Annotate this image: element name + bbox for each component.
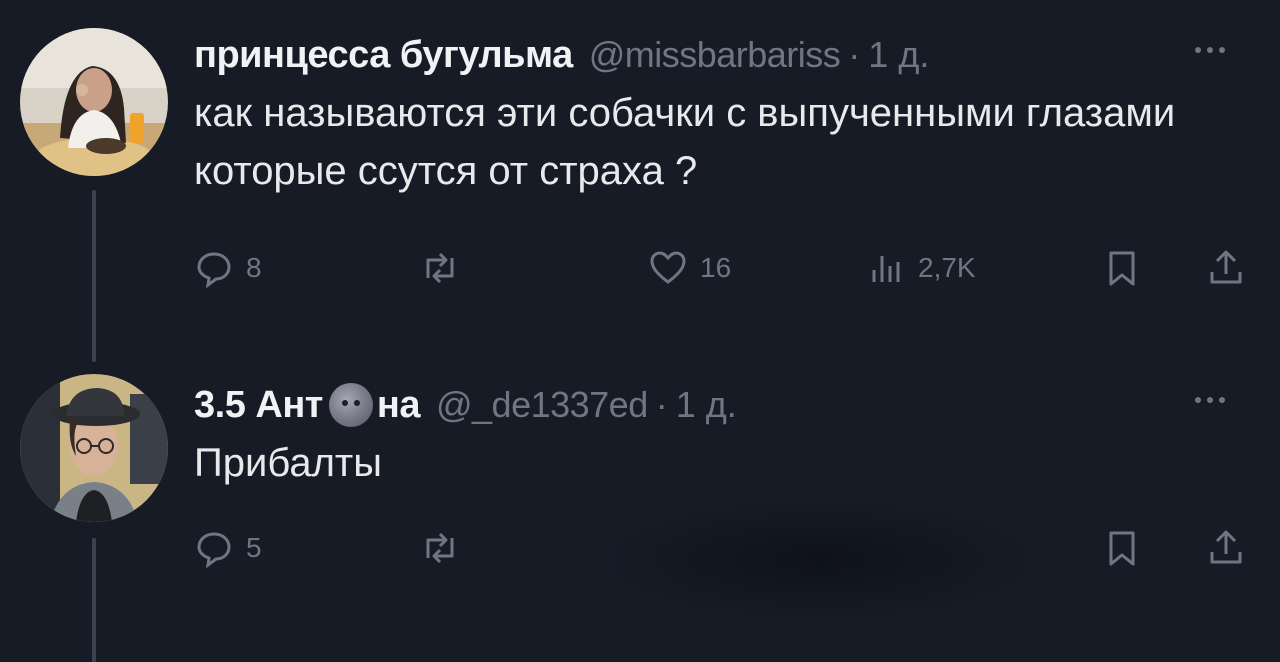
view-count: 2,7K: [918, 252, 976, 283]
tweet-header: 3.5 Ант на @_de1337ed · 1 д.: [194, 380, 1260, 430]
share-icon: [1210, 250, 1242, 284]
reply-icon: [197, 532, 231, 568]
retweet-button[interactable]: [420, 238, 460, 298]
share-button[interactable]: [1206, 518, 1246, 578]
new-moon-face-emoji: [328, 383, 373, 427]
separator-dot: ·: [848, 34, 861, 75]
views-button[interactable]: 2,7K: [866, 238, 976, 298]
tweet-2[interactable]: 3.5 Ант на @_de1337ed · 1 д. Прибалты 5: [0, 360, 1280, 662]
bookmark-button[interactable]: [1102, 518, 1142, 578]
views-icon: [872, 256, 900, 282]
reply-button[interactable]: 8: [194, 238, 262, 298]
display-name[interactable]: принцесса бугульма: [194, 34, 573, 77]
timestamp[interactable]: 1 д.: [676, 384, 737, 426]
action-bar: 8 16 2,7K: [194, 238, 1264, 298]
tweet-text: как называются эти собачки с выпученными…: [194, 91, 1176, 193]
avatar[interactable]: [20, 28, 168, 176]
tweet-text: Прибалты: [194, 441, 382, 485]
more-icon[interactable]: [1188, 30, 1232, 74]
share-icon: [1210, 530, 1242, 564]
tweet-header: принцесса бугульма @missbarbariss · 1 д.: [194, 30, 1260, 80]
tweet-1[interactable]: принцесса бугульма @missbarbariss · 1 д.…: [0, 0, 1280, 340]
reply-icon: [197, 252, 231, 288]
display-name-part-2[interactable]: на: [377, 384, 421, 427]
user-handle[interactable]: @missbarbariss: [589, 34, 841, 76]
avatar[interactable]: [20, 374, 168, 522]
bookmark-button[interactable]: [1102, 238, 1142, 298]
share-button[interactable]: [1206, 238, 1246, 298]
retweet-icon: [426, 252, 454, 284]
like-button[interactable]: 16: [648, 238, 731, 298]
heart-icon: [650, 251, 686, 284]
retweet-button[interactable]: [420, 518, 460, 578]
user-handle[interactable]: @_de1337ed: [436, 384, 648, 426]
retweet-icon: [426, 532, 454, 564]
separator-dot: ·: [655, 384, 668, 425]
reply-count: 5: [246, 532, 262, 563]
more-icon[interactable]: [1188, 380, 1232, 424]
action-bar: 5: [194, 518, 1264, 578]
bookmark-icon: [1109, 531, 1135, 566]
timestamp[interactable]: 1 д.: [868, 34, 929, 76]
bookmark-icon: [1109, 251, 1135, 286]
display-name-part-1[interactable]: 3.5 Ант: [194, 384, 323, 427]
reply-count: 8: [246, 252, 262, 283]
reply-button[interactable]: 5: [194, 518, 262, 578]
like-count: 16: [700, 252, 732, 283]
